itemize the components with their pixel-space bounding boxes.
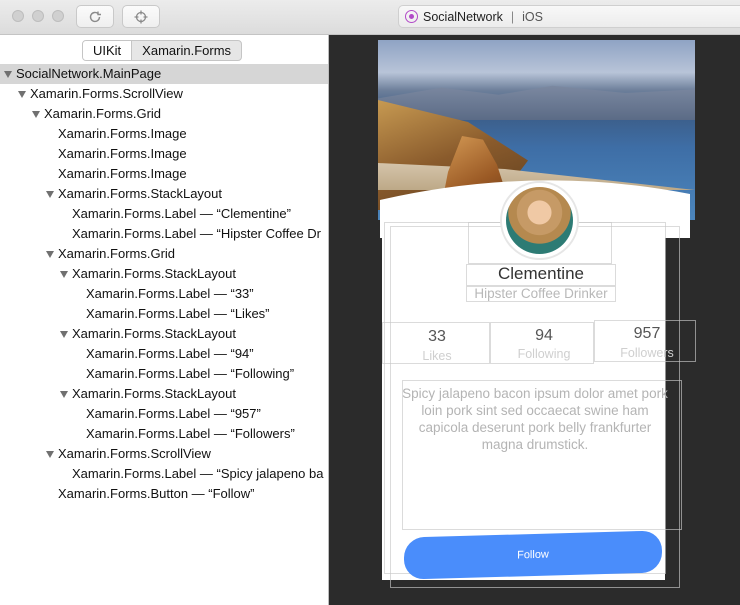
close-window-button[interactable] [12, 10, 24, 22]
window-titlebar: SocialNetwork | iOS [0, 0, 740, 35]
tree-row[interactable]: Xamarin.Forms.Image [0, 164, 328, 184]
disclosure-triangle-icon[interactable] [60, 331, 68, 338]
tree-row[interactable]: Xamarin.Forms.Label — “Following” [0, 364, 328, 384]
inspect-button[interactable] [122, 5, 160, 28]
tree-row[interactable]: Xamarin.Forms.Grid [0, 244, 328, 264]
likes-count: 33 [428, 328, 446, 345]
tree-row[interactable]: Xamarin.Forms.Label — “Clementine” [0, 204, 328, 224]
tree-row[interactable]: Xamarin.Forms.Image [0, 124, 328, 144]
likes-label: Likes [422, 349, 452, 363]
tree-row[interactable]: Xamarin.Forms.StackLayout [0, 184, 328, 204]
profile-subtitle: Hipster Coffee Drinker [474, 286, 608, 301]
element-tree: SocialNetwork.MainPage Xamarin.Forms.Scro… [0, 64, 328, 504]
tree-row[interactable]: Xamarin.Forms.StackLayout [0, 384, 328, 404]
tree-row[interactable]: Xamarin.Forms.Button — “Follow” [0, 484, 328, 504]
crosshair-icon [134, 10, 148, 23]
tree-row-label: Xamarin.Forms.StackLayout [58, 186, 223, 201]
tree-row-label: Xamarin.Forms.Image [58, 146, 187, 161]
tree-row[interactable]: Xamarin.Forms.StackLayout [0, 324, 328, 344]
disclosure-triangle-icon[interactable] [18, 91, 26, 98]
platform-label: iOS [522, 9, 543, 24]
disclosure-triangle-icon[interactable] [32, 111, 40, 118]
tree-row[interactable]: Xamarin.Forms.Label — “33” [0, 284, 328, 304]
profile-name: Clementine [498, 264, 584, 283]
tree-row[interactable]: Xamarin.Forms.Image [0, 144, 328, 164]
profile-description: Spicy jalapeno bacon ipsum dolor amet po… [402, 386, 668, 452]
follow-button[interactable]: Follow [404, 530, 662, 580]
tree-row[interactable]: Xamarin.Forms.StackLayout [0, 264, 328, 284]
tree-row-label: Xamarin.Forms.Grid [44, 106, 162, 121]
tree-row[interactable]: SocialNetwork.MainPage [0, 64, 328, 84]
minimize-window-button[interactable] [32, 10, 44, 22]
tree-row-label: Xamarin.Forms.StackLayout [72, 386, 237, 401]
tree-row[interactable]: Xamarin.Forms.Label — “Followers” [0, 424, 328, 444]
tree-row[interactable]: Xamarin.Forms.ScrollView [0, 84, 328, 104]
avatar-photo [506, 187, 573, 254]
tree-row-label: SocialNetwork.MainPage [16, 66, 162, 81]
tree-row-label: Xamarin.Forms.Label — “94” [86, 346, 254, 361]
refresh-icon [89, 11, 101, 22]
avatar[interactable] [500, 181, 579, 260]
tree-row-label: Xamarin.Forms.Label — “Following” [86, 366, 295, 381]
tree-row-label: Xamarin.Forms.Label — “957” [86, 406, 261, 421]
app-circle-icon [405, 10, 418, 23]
followers-label: Followers [620, 346, 674, 360]
zoom-window-button[interactable] [52, 10, 64, 22]
tree-row-label: Xamarin.Forms.Label — “Spicy jalapeno ba [72, 466, 324, 481]
tree-row-label: Xamarin.Forms.Image [58, 166, 187, 181]
tree-row[interactable]: Xamarin.Forms.Label — “94” [0, 344, 328, 364]
tree-row-label: Xamarin.Forms.Label — “33” [86, 286, 254, 301]
tree-row-label: Xamarin.Forms.ScrollView [30, 86, 183, 101]
disclosure-triangle-icon[interactable] [46, 251, 54, 258]
disclosure-triangle-icon[interactable] [4, 71, 12, 78]
tree-row-label: Xamarin.Forms.Label — “Likes” [86, 306, 270, 321]
tree-row[interactable]: Xamarin.Forms.Label — “Likes” [0, 304, 328, 324]
tree-row[interactable]: Xamarin.Forms.Label — “Spicy jalapeno ba [0, 464, 328, 484]
tree-row-label: Xamarin.Forms.StackLayout [72, 326, 237, 341]
tree-row-label: Xamarin.Forms.ScrollView [58, 446, 211, 461]
tree-row[interactable]: Xamarin.Forms.Grid [0, 104, 328, 124]
tree-row-label: Xamarin.Forms.Label — “Hipster Coffee Dr [72, 226, 322, 241]
following-count: 94 [535, 327, 553, 344]
view-mode-segmented-control: UIKit Xamarin.Forms [82, 40, 243, 61]
following-label: Following [517, 347, 571, 361]
tree-row-label: Xamarin.Forms.Label — “Followers” [86, 426, 295, 441]
hierarchy-panel: UIKit Xamarin.Forms SocialNetwork.MainPa… [0, 35, 329, 605]
disclosure-triangle-icon[interactable] [46, 451, 54, 458]
disclosure-triangle-icon[interactable] [60, 271, 68, 278]
segment-uikit[interactable]: UIKit [83, 41, 133, 60]
disclosure-triangle-icon[interactable] [60, 391, 68, 398]
tree-row-label: Xamarin.Forms.Grid [58, 246, 176, 261]
title-separator: | [510, 9, 515, 24]
refresh-button[interactable] [76, 5, 114, 28]
app-name: SocialNetwork [423, 9, 503, 24]
tree-row[interactable]: Xamarin.Forms.ScrollView [0, 444, 328, 464]
followers-count: 957 [633, 325, 661, 342]
tree-row[interactable]: Xamarin.Forms.Label — “Hipster Coffee Dr [0, 224, 328, 244]
tree-row-label: Xamarin.Forms.Image [58, 126, 187, 141]
tree-row[interactable]: Xamarin.Forms.Label — “957” [0, 404, 328, 424]
tree-row-label: Xamarin.Forms.Label — “Clementine” [72, 206, 291, 221]
segment-xamarin-forms[interactable]: Xamarin.Forms [132, 41, 241, 60]
tree-row-label: Xamarin.Forms.StackLayout [72, 266, 237, 281]
target-app-selector[interactable]: SocialNetwork | iOS [398, 5, 740, 28]
disclosure-triangle-icon[interactable] [46, 191, 54, 198]
tree-row-label: Xamarin.Forms.Button — “Follow” [58, 486, 255, 501]
